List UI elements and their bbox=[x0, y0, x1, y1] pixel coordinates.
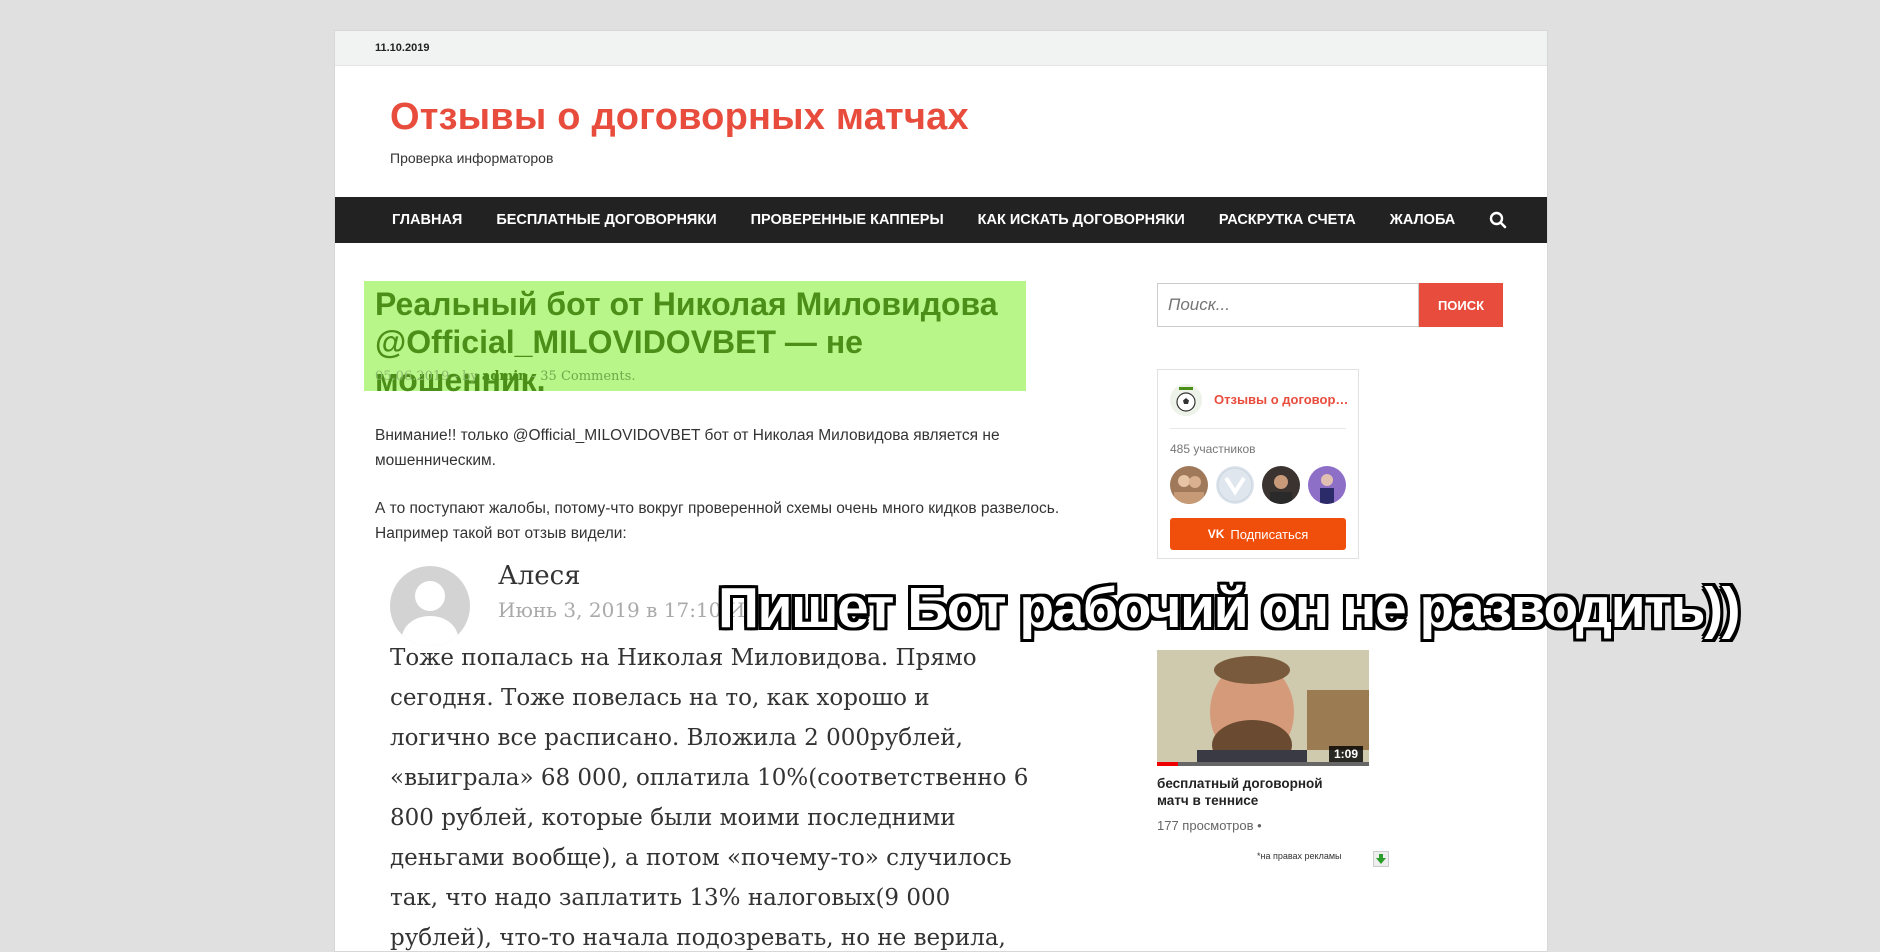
post-date[interactable]: 05.06.2019 bbox=[375, 369, 449, 384]
video-views: 177 просмотров • bbox=[1157, 818, 1262, 833]
video-duration: 1:09 bbox=[1328, 746, 1363, 762]
comment-date[interactable]: Июнь 3, 2019 в 17:10 И bbox=[498, 598, 745, 622]
page: 11.10.2019 Отзывы о договорных матчах Пр… bbox=[334, 30, 1548, 952]
post-author[interactable]: admin bbox=[482, 369, 528, 384]
main-nav: Главная Бесплатные договорняки Проверенн… bbox=[335, 197, 1547, 243]
vk-group-widget: Отзывы о договорных матчах 485 участнико… bbox=[1157, 369, 1359, 559]
overlay-caption: Пишет Бот рабочий он не разводить)) bbox=[718, 576, 1741, 640]
nav-item-how-to-find[interactable]: Как искать договорняки bbox=[961, 212, 1202, 228]
video-progress bbox=[1157, 762, 1369, 766]
site-header: Отзывы о договорных матчах Проверка инфо… bbox=[335, 66, 1547, 197]
avatar bbox=[390, 566, 470, 646]
vk-icon: VK bbox=[1207, 527, 1225, 541]
site-title[interactable]: Отзывы о договорных матчах bbox=[390, 96, 969, 139]
nav-item-complaint[interactable]: Жалоба bbox=[1373, 212, 1473, 228]
post-by: by bbox=[462, 369, 478, 384]
video-title[interactable]: бесплатный договорной матч в теннисе bbox=[1157, 775, 1357, 809]
ad-label: *на правах рекламы bbox=[1257, 851, 1342, 861]
member-avatar[interactable] bbox=[1308, 466, 1346, 504]
nav-item-account-boost[interactable]: Раскрутка счета bbox=[1202, 212, 1373, 228]
nav-item-home[interactable]: Главная bbox=[375, 212, 479, 228]
video-thumbnail[interactable]: 1:09 bbox=[1157, 650, 1369, 766]
vk-subscribe-button[interactable]: VK Подписаться bbox=[1170, 518, 1346, 550]
post-comments-link[interactable]: 35 Comments. bbox=[540, 369, 635, 384]
nav-item-verified-cappers[interactable]: Проверенные капперы bbox=[734, 212, 961, 228]
search-icon[interactable] bbox=[1489, 211, 1507, 229]
vk-group-name[interactable]: Отзывы о договорных матчах bbox=[1214, 392, 1354, 407]
nav-item-free-matches[interactable]: Бесплатные договорняки bbox=[479, 212, 733, 228]
download-arrow-icon[interactable] bbox=[1373, 851, 1389, 867]
divider bbox=[1170, 428, 1346, 429]
site-description: Проверка информаторов bbox=[390, 150, 554, 166]
comment-text: Тоже попалась на Николая Миловидова. Пря… bbox=[390, 645, 1029, 951]
post-paragraph-2: А то поступают жалобы, потому-что вокруг… bbox=[375, 500, 1060, 542]
comment-author: Алеся bbox=[498, 561, 581, 591]
search-input[interactable] bbox=[1157, 283, 1419, 327]
vk-subscribe-label: Подписаться bbox=[1230, 526, 1309, 542]
member-avatar[interactable] bbox=[1216, 466, 1254, 504]
vk-members-count[interactable]: 485 участников bbox=[1170, 442, 1256, 456]
post-meta: 05.06.2019 - by admin - 35 Comments. bbox=[375, 369, 636, 384]
topbar: 11.10.2019 bbox=[335, 31, 1547, 66]
member-avatar[interactable] bbox=[1170, 466, 1208, 504]
topbar-date: 11.10.2019 bbox=[375, 42, 430, 54]
member-avatar[interactable] bbox=[1262, 466, 1300, 504]
post-paragraph-1: Внимание!! только @Official_MILOVIDOVBET… bbox=[375, 427, 1000, 469]
search-button[interactable]: ПОИСК bbox=[1419, 283, 1503, 327]
group-logo[interactable] bbox=[1170, 384, 1202, 416]
